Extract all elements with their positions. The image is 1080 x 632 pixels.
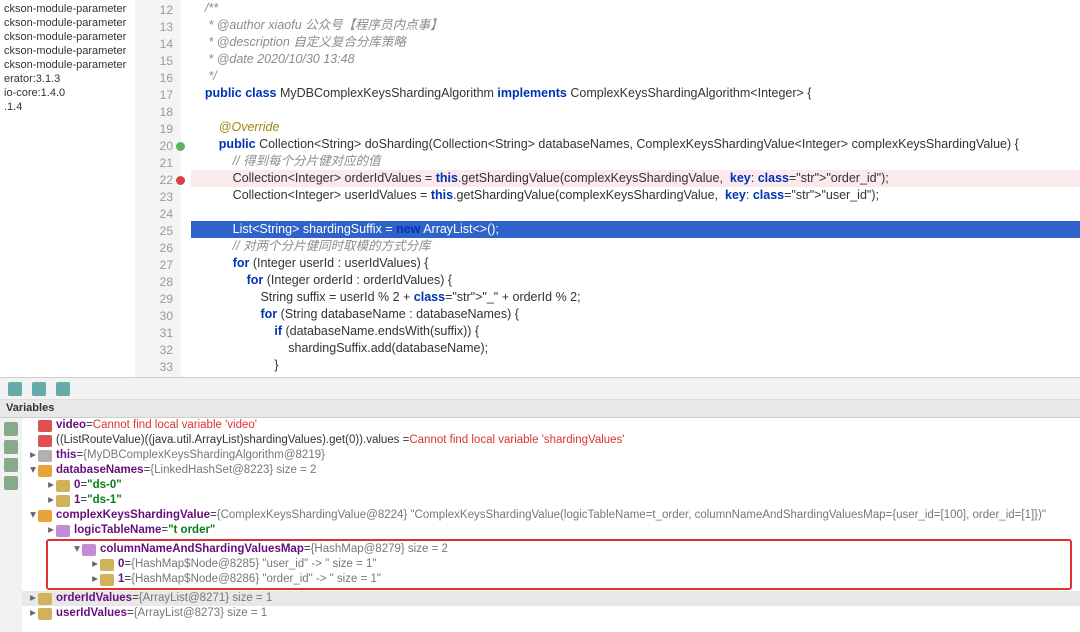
var-icon: [38, 435, 52, 447]
code-line[interactable]: */: [191, 68, 1080, 85]
code-line[interactable]: // 得到每个分片健对应的值: [191, 153, 1080, 170]
project-item[interactable]: ckson-module-parameter: [4, 30, 131, 44]
code-line[interactable]: /**: [191, 0, 1080, 17]
variable-row[interactable]: ▸this = {MyDBComplexKeysShardingAlgorith…: [22, 448, 1080, 463]
variable-row[interactable]: ▸logicTableName = "t order": [22, 523, 1080, 538]
project-item[interactable]: ckson-module-parameter: [4, 44, 131, 58]
project-item[interactable]: ckson-module-parameter: [4, 16, 131, 30]
variables-tab[interactable]: Variables: [0, 400, 1080, 418]
variable-row[interactable]: ▸userIdValues = {ArrayList@8273} size = …: [22, 606, 1080, 621]
project-item[interactable]: ckson-module-parameter: [4, 2, 131, 16]
var-icon: [56, 495, 70, 507]
code-line[interactable]: for (Integer orderId : orderIdValues) {: [191, 272, 1080, 289]
code-line[interactable]: [191, 102, 1080, 119]
step-icon[interactable]: [32, 382, 46, 396]
var-icon: [38, 450, 52, 462]
tree-twisty[interactable]: ▾: [72, 542, 82, 557]
code-line[interactable]: [191, 204, 1080, 221]
variable-row[interactable]: ▾databaseNames = {LinkedHashSet@8223} si…: [22, 463, 1080, 478]
tree-twisty[interactable]: ▸: [46, 493, 56, 508]
code-line[interactable]: * @author xiaofu 公众号【程序员内点事】: [191, 17, 1080, 34]
tree-twisty[interactable]: ▸: [46, 478, 56, 493]
tree-twisty[interactable]: ▾: [28, 508, 38, 523]
variable-row[interactable]: ▸1 = "ds-1": [22, 493, 1080, 508]
code-area[interactable]: /** * @author xiaofu 公众号【程序员内点事】 * @desc…: [181, 0, 1080, 377]
highlighted-box: ▾columnNameAndShardingValuesMap = {HashM…: [46, 539, 1072, 590]
code-line[interactable]: // 对两个分片健同时取模的方式分库: [191, 238, 1080, 255]
variable-row[interactable]: ▸orderIdValues = {ArrayList@8271} size =…: [22, 591, 1080, 606]
var-icon: [38, 465, 52, 477]
variable-row[interactable]: ((ListRouteValue)((java.util.ArrayList)s…: [22, 433, 1080, 448]
tree-twisty[interactable]: ▸: [90, 557, 100, 572]
debug-side-icons[interactable]: [0, 418, 22, 632]
tree-twisty[interactable]: ▸: [90, 572, 100, 587]
code-line[interactable]: public class MyDBComplexKeysShardingAlgo…: [191, 85, 1080, 102]
tree-twisty[interactable]: ▸: [28, 448, 38, 463]
project-item[interactable]: .1.4: [4, 100, 131, 114]
code-line[interactable]: List<String> shardingSuffix = new ArrayL…: [191, 221, 1080, 238]
project-item[interactable]: io-core:1.4.0: [4, 86, 131, 100]
var-icon: [56, 480, 70, 492]
code-line[interactable]: @Override: [191, 119, 1080, 136]
project-item[interactable]: ckson-module-parameter: [4, 58, 131, 72]
var-icon: [38, 510, 52, 522]
gutter[interactable]: 1213141516171819202122232425262728293031…: [135, 0, 181, 377]
code-line[interactable]: shardingSuffix.add(databaseName);: [191, 340, 1080, 357]
var-icon: [38, 608, 52, 620]
project-tree[interactable]: ckson-module-parameterckson-module-param…: [0, 0, 135, 377]
var-icon: [100, 559, 114, 571]
tree-twisty[interactable]: ▸: [28, 606, 38, 621]
tree-twisty[interactable]: ▸: [46, 523, 56, 538]
step-icon[interactable]: [8, 382, 22, 396]
tree-twisty[interactable]: ▾: [28, 463, 38, 478]
var-icon: [82, 544, 96, 556]
code-line[interactable]: * @date 2020/10/30 13:48: [191, 51, 1080, 68]
project-item[interactable]: erator:3.1.3: [4, 72, 131, 86]
code-line[interactable]: public Collection<String> doSharding(Col…: [191, 136, 1080, 153]
code-line[interactable]: }: [191, 357, 1080, 374]
variable-row[interactable]: ▾columnNameAndShardingValuesMap = {HashM…: [48, 542, 1070, 557]
variable-row[interactable]: video = Cannot find local variable 'vide…: [22, 418, 1080, 433]
var-icon: [38, 593, 52, 605]
code-line[interactable]: String suffix = userId % 2 + class="str"…: [191, 289, 1080, 306]
step-icon[interactable]: [56, 382, 70, 396]
code-line[interactable]: for (String databaseName : databaseNames…: [191, 306, 1080, 323]
code-line[interactable]: * @description 自定义复合分库策略: [191, 34, 1080, 51]
code-line[interactable]: Collection<Integer> orderIdValues = this…: [191, 170, 1080, 187]
variables-tree[interactable]: video = Cannot find local variable 'vide…: [22, 418, 1080, 632]
editor[interactable]: 1213141516171819202122232425262728293031…: [135, 0, 1080, 377]
debug-toolbar[interactable]: [0, 378, 1080, 400]
variable-row[interactable]: ▸0 = "ds-0": [22, 478, 1080, 493]
code-line[interactable]: for (Integer userId : userIdValues) {: [191, 255, 1080, 272]
variable-row[interactable]: ▾complexKeysShardingValue = {ComplexKeys…: [22, 508, 1080, 523]
code-line[interactable]: if (databaseName.endsWith(suffix)) {: [191, 323, 1080, 340]
var-icon: [38, 420, 52, 432]
variable-row[interactable]: ▸1 = {HashMap$Node@8286} "order_id" -> "…: [48, 572, 1070, 587]
tree-twisty[interactable]: ▸: [28, 591, 38, 606]
var-icon: [56, 525, 70, 537]
variable-row[interactable]: ▸0 = {HashMap$Node@8285} "user_id" -> " …: [48, 557, 1070, 572]
var-icon: [100, 574, 114, 586]
code-line[interactable]: Collection<Integer> userIdValues = this.…: [191, 187, 1080, 204]
